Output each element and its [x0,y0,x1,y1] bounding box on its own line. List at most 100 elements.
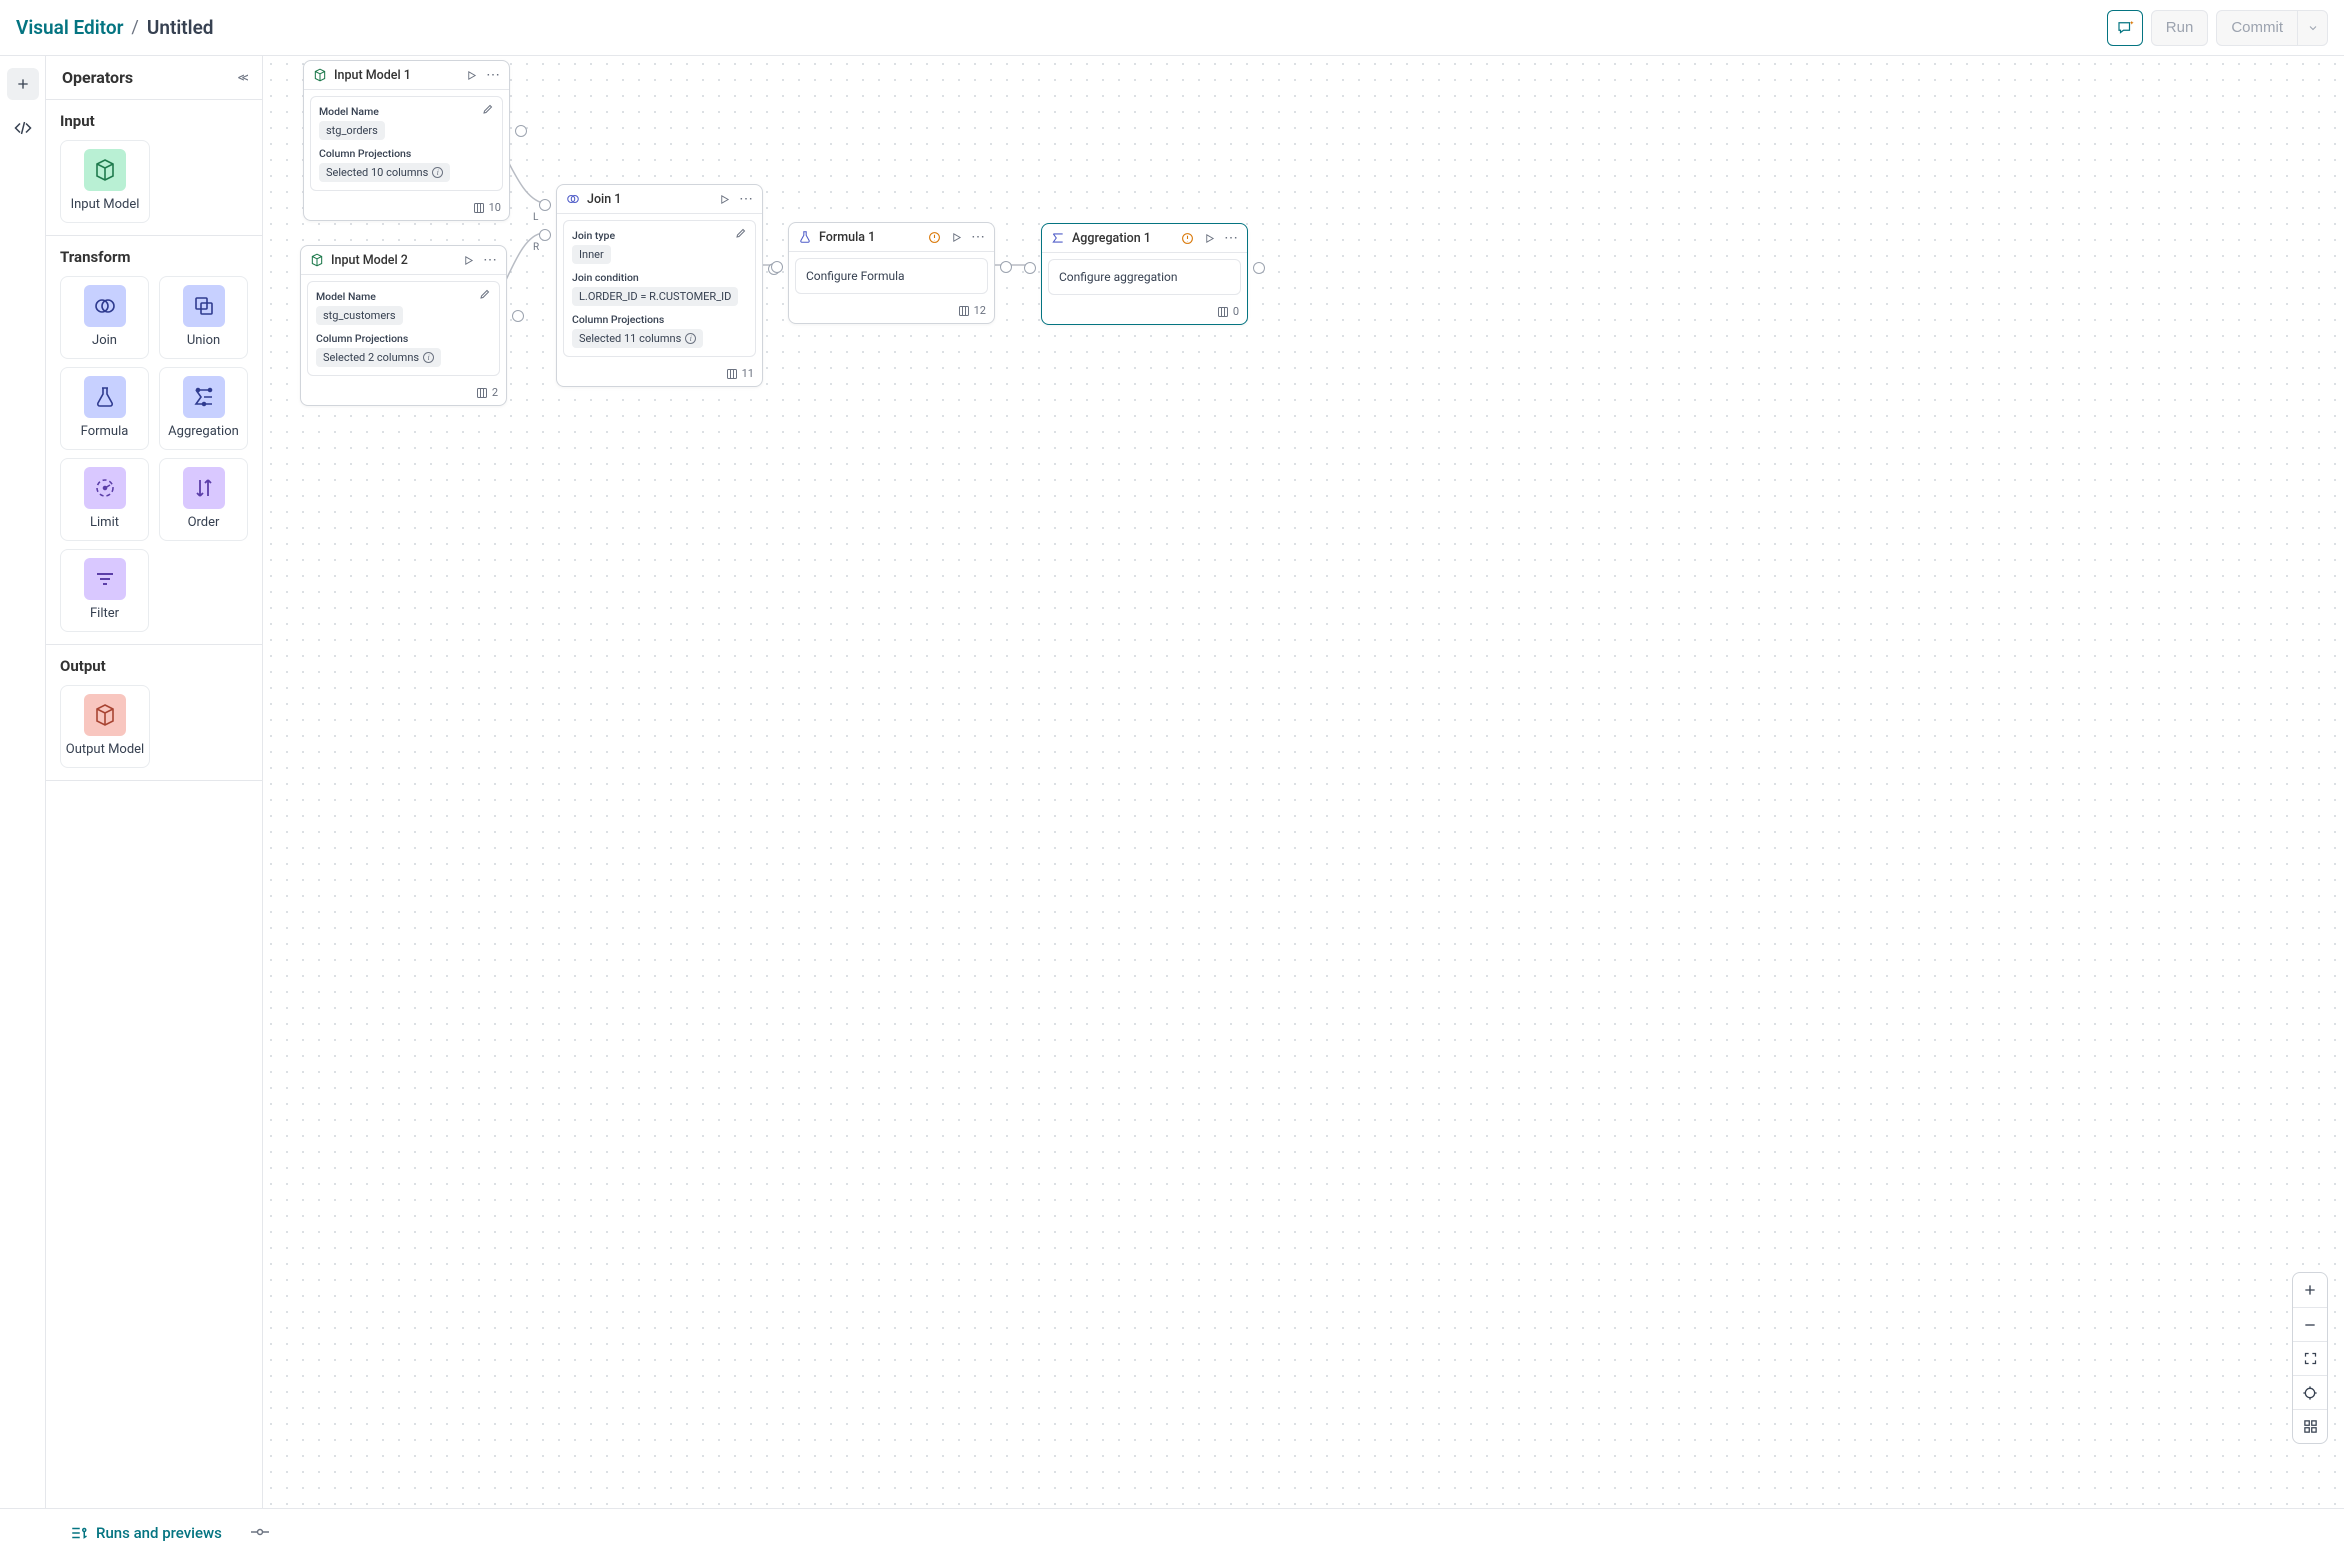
field-label: Join condition [572,271,747,284]
breadcrumb-sep: / [131,17,138,38]
output-port[interactable] [1253,262,1265,274]
header: Visual Editor / Untitled Run Commit [0,0,2344,56]
info-icon[interactable]: i [685,333,696,344]
output-port[interactable] [515,125,527,137]
input-port[interactable] [1024,262,1036,274]
field-label: Column Projections [319,147,494,160]
configure-aggregation-button[interactable]: Configure aggregation [1048,259,1241,295]
op-join[interactable]: Join [60,276,149,359]
cube-icon [310,253,324,267]
runs-icon [70,1524,88,1542]
commit-dot-icon [250,1527,270,1537]
input-port[interactable] [771,261,783,273]
op-label: Formula [81,424,129,439]
run-node-button[interactable] [948,229,964,245]
bottom-toggle[interactable] [250,1525,270,1541]
run-node-button[interactable] [460,252,476,268]
op-limit[interactable]: Limit [60,458,149,541]
info-icon[interactable]: i [432,167,443,178]
model-chip: stg_orders [319,121,385,140]
field-label: Column Projections [572,313,747,326]
app-name[interactable]: Visual Editor [16,16,123,39]
run-button[interactable]: Run [2151,10,2209,46]
limit-icon [93,476,117,500]
op-order[interactable]: Order [159,458,248,541]
node-aggregation-1[interactable]: Aggregation 1 ⋯ Configure aggregation 0 [1041,223,1248,325]
op-input-model[interactable]: Input Model [60,140,150,223]
edit-node-button[interactable] [735,227,747,243]
section-output: Output Output Model [46,645,262,781]
zoom-out-button[interactable] [2293,1307,2327,1341]
edit-node-button[interactable] [479,288,491,304]
op-union[interactable]: Union [159,276,248,359]
column-count: 2 [492,386,498,399]
section-transform: Transform Join Union Formula [46,236,262,645]
run-node-button[interactable] [716,191,732,207]
commit-button[interactable]: Commit [2216,10,2298,46]
output-port[interactable] [1000,261,1012,273]
cube-icon [93,703,117,727]
output-port[interactable] [512,310,524,322]
field-label: Model Name [316,290,491,303]
run-node-button[interactable] [1201,230,1217,246]
node-more-button[interactable]: ⋯ [485,67,501,83]
node-footer: 2 [301,382,506,405]
node-input-model-1[interactable]: Input Model 1 ⋯ Model Name stg_orders Co… [303,60,510,221]
node-warning-icon[interactable] [926,229,942,245]
page-title[interactable]: Untitled [147,16,214,39]
cube-icon [93,158,117,182]
node-more-button[interactable]: ⋯ [1223,230,1239,246]
node-join-1[interactable]: L R Join 1 ⋯ Join type Inner [556,184,763,387]
field-label: Join type [572,229,747,242]
op-aggregation[interactable]: Aggregation [159,367,248,450]
add-button[interactable] [7,68,39,100]
op-filter[interactable]: Filter [60,549,149,632]
run-node-button[interactable] [463,67,479,83]
node-input-model-2[interactable]: Input Model 2 ⋯ Model Name stg_customers… [300,245,507,406]
node-title: Join 1 [587,192,710,207]
expand-icon [2303,1351,2318,1366]
filter-icon [93,567,117,591]
zoom-controls [2292,1272,2328,1444]
collapse-sidebar-button[interactable]: << [238,70,246,86]
node-more-button[interactable]: ⋯ [738,191,754,207]
op-label: Output Model [66,742,144,757]
sidebar-title: Operators [62,68,133,87]
op-label: Order [188,515,220,530]
center-button[interactable] [2293,1375,2327,1409]
configure-formula-button[interactable]: Configure Formula [795,258,988,294]
join-type-chip: Inner [572,245,611,264]
grid-button[interactable] [2293,1409,2327,1443]
node-formula-1[interactable]: Formula 1 ⋯ Configure Formula 12 [788,222,995,324]
section-output-title: Output [60,657,248,675]
ai-action-button[interactable] [2107,10,2143,46]
op-output-model[interactable]: Output Model [60,685,150,768]
node-more-button[interactable]: ⋯ [482,252,498,268]
runs-previews-label: Runs and previews [96,1524,222,1542]
code-view-button[interactable] [7,112,39,144]
input-port-l[interactable] [539,199,551,211]
commit-more-button[interactable] [2298,10,2328,46]
chevron-down-icon [2307,22,2319,34]
node-more-button[interactable]: ⋯ [970,229,986,245]
section-input-title: Input [60,112,248,130]
op-formula[interactable]: Formula [60,367,149,450]
canvas[interactable]: Input Model 1 ⋯ Model Name stg_orders Co… [263,56,2344,1508]
node-title: Input Model 2 [331,253,454,268]
node-footer: 12 [789,300,994,323]
info-icon[interactable]: i [423,352,434,363]
node-body[interactable]: Model Name stg_customers Column Projecti… [307,281,500,376]
model-chip: stg_customers [316,306,403,325]
fullscreen-button[interactable] [2293,1341,2327,1375]
pencil-icon [482,103,494,115]
projection-chip: Selected 11 columnsi [572,329,703,348]
column-count: 11 [742,367,754,380]
pencil-icon [735,227,747,239]
node-body[interactable]: Join type Inner Join condition L.ORDER_I… [563,220,756,357]
zoom-in-button[interactable] [2293,1273,2327,1307]
node-body[interactable]: Model Name stg_orders Column Projections… [310,96,503,191]
runs-previews-button[interactable]: Runs and previews [70,1524,222,1542]
input-port-r[interactable] [539,229,551,241]
node-warning-icon[interactable] [1179,230,1195,246]
edit-node-button[interactable] [482,103,494,119]
